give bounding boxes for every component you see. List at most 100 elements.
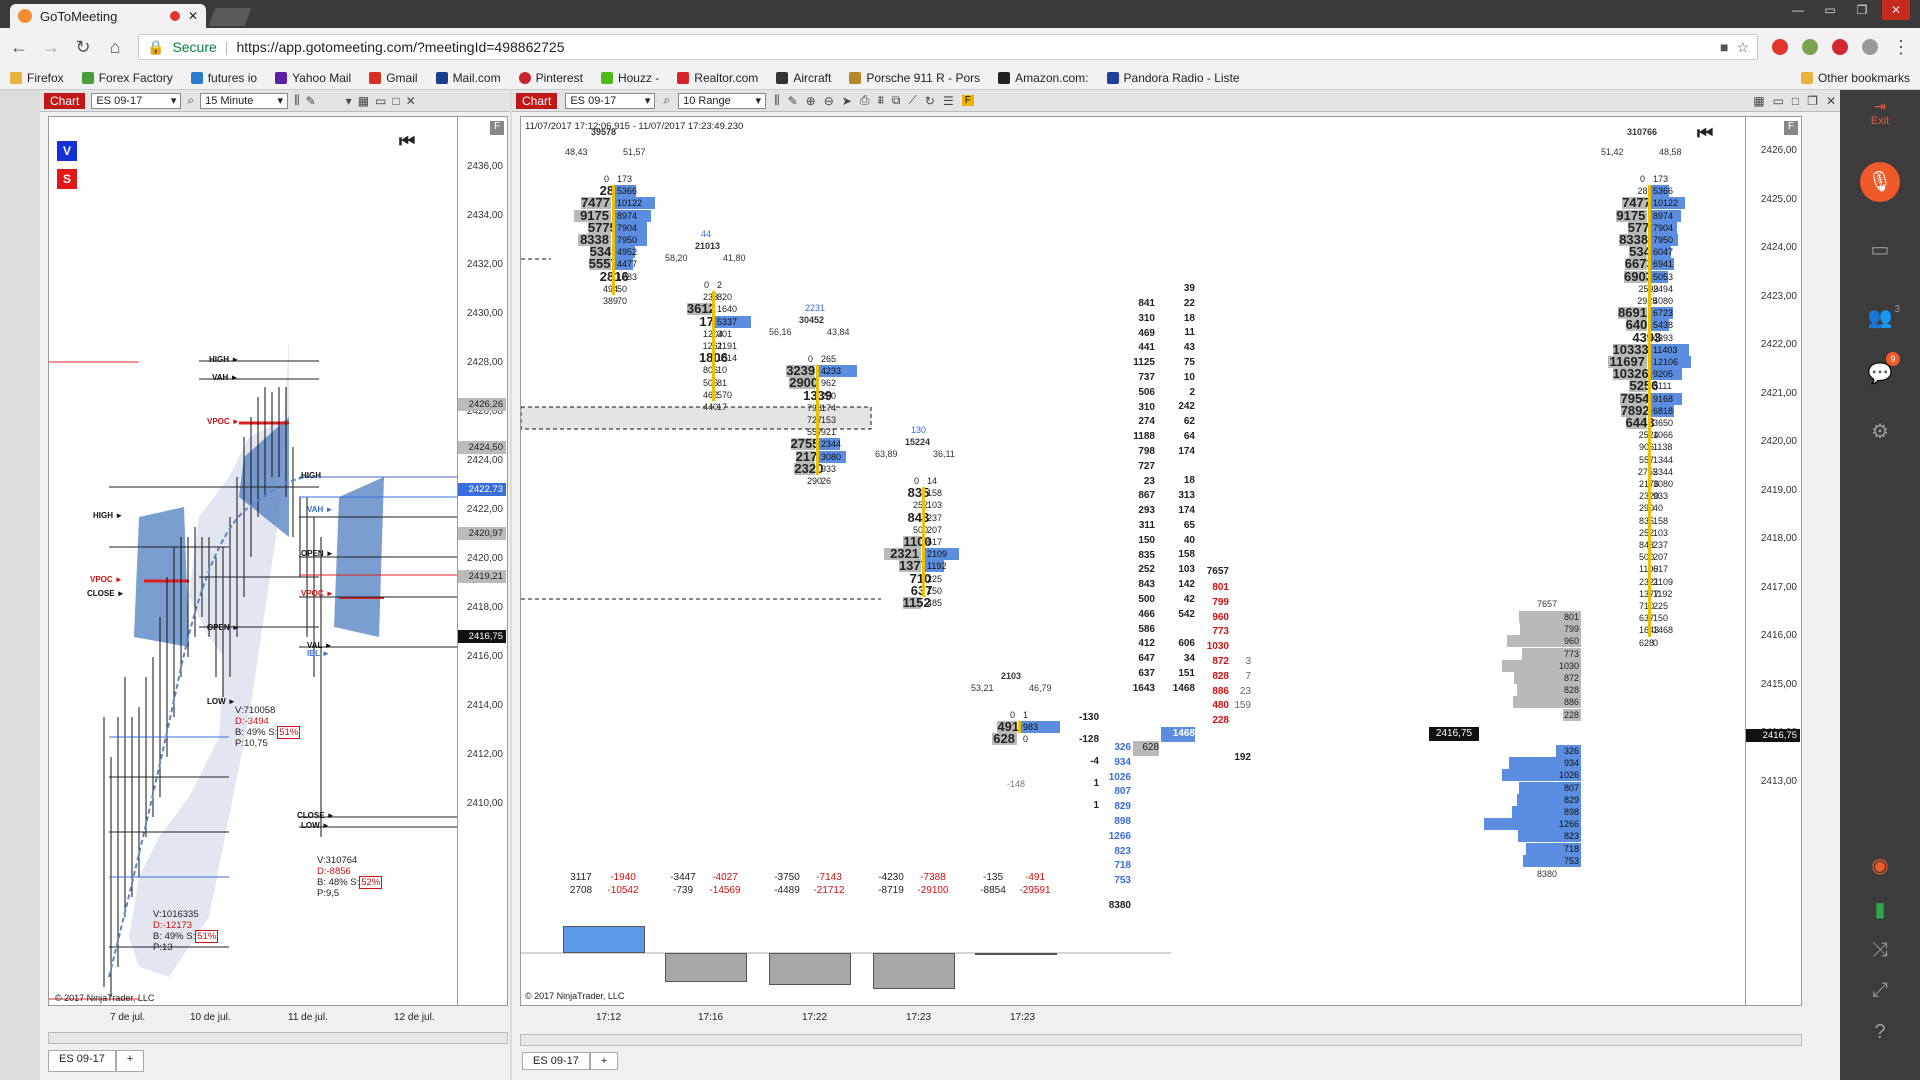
- layout-icon[interactable]: ▦: [1753, 94, 1764, 108]
- attendees-button[interactable]: 👥 3: [1860, 298, 1900, 338]
- maximize-icon[interactable]: ▭: [1816, 0, 1844, 20]
- right-price-axis[interactable]: F 2426,00 2425,00 2424,00 2423,00 2422,00 242…: [1746, 116, 1802, 1006]
- zoom-out-icon[interactable]: ⊖: [824, 94, 834, 108]
- layout-icon[interactable]: ▦: [358, 94, 369, 108]
- window-max-icon[interactable]: □: [392, 94, 399, 108]
- window-max-icon[interactable]: □: [1792, 94, 1799, 108]
- ask-cell: 237: [1653, 540, 1669, 550]
- star-icon[interactable]: ☆: [1736, 39, 1749, 56]
- search-icon[interactable]: ⌕: [663, 93, 670, 108]
- chart-menu-button[interactable]: Chart: [44, 92, 86, 109]
- bookmark-pandora[interactable]: Pandora Radio - Liste: [1106, 71, 1240, 85]
- dropdown-icon[interactable]: ▾: [346, 94, 352, 108]
- bookmark-amazon[interactable]: Amazon.com:: [998, 71, 1089, 85]
- list-icon[interactable]: ☰: [943, 94, 954, 108]
- pinterest-extension-icon[interactable]: [1832, 39, 1848, 55]
- f-button[interactable]: F: [961, 95, 974, 106]
- interval-select[interactable]: 15 Minute ▾: [200, 92, 289, 109]
- add-tab-button[interactable]: +: [115, 1050, 145, 1072]
- exit-button[interactable]: ⇥ Exit: [1840, 90, 1920, 140]
- help-button[interactable]: ?: [1860, 1012, 1900, 1052]
- window-close-icon[interactable]: ✕: [406, 94, 416, 108]
- bookmark-mail-com[interactable]: Mail.com: [435, 71, 501, 85]
- left-scrollbar[interactable]: [48, 1032, 508, 1044]
- chat-button[interactable]: 💬 9: [1860, 352, 1900, 394]
- add-tab-button[interactable]: +: [589, 1052, 619, 1070]
- minimize-icon[interactable]: —: [1784, 0, 1812, 20]
- right-chart-canvas[interactable]: 11/07/2017 17:12:06.915 - 11/07/2017 17:…: [520, 116, 1746, 1006]
- restore-icon[interactable]: ❐: [1848, 0, 1876, 20]
- instrument-select[interactable]: ES 09-17 ▾: [91, 92, 182, 109]
- stats-button[interactable]: ▮: [1860, 890, 1900, 930]
- stat-left: -128: [1078, 734, 1099, 745]
- snapshot-icon[interactable]: ⎙: [860, 93, 870, 108]
- shuffle-button[interactable]: ⤨: [1860, 930, 1900, 970]
- zoom-in-icon[interactable]: ⊕: [806, 94, 816, 108]
- bookmark-gmail[interactable]: Gmail: [369, 71, 418, 85]
- reload-icon[interactable]: ↻: [925, 94, 935, 108]
- pointer-icon[interactable]: ➤: [842, 94, 852, 108]
- stat-ask: 103: [1178, 564, 1195, 576]
- home-icon[interactable]: ⌂: [106, 37, 124, 58]
- new-tab-button[interactable]: [208, 8, 252, 26]
- pencil-icon[interactable]: ✎: [788, 94, 798, 108]
- stat-ask: 174: [1178, 445, 1195, 457]
- camera-icon[interactable]: ■: [1720, 39, 1728, 55]
- menu-icon[interactable]: ⋮: [1892, 37, 1910, 58]
- other-bookmarks[interactable]: Other bookmarks: [1800, 71, 1910, 85]
- bars-icon[interactable]: ⫼: [774, 93, 780, 108]
- bookmark-aircraft[interactable]: Aircraft: [776, 71, 831, 85]
- search-icon[interactable]: ⌕: [187, 93, 194, 108]
- level-close: CLOSE ►: [87, 589, 125, 598]
- bookmark-forex-factory[interactable]: Forex Factory: [81, 71, 173, 85]
- bookmark-yahoo-mail[interactable]: Yahoo Mail: [275, 71, 351, 85]
- window-min-icon[interactable]: ▭: [375, 94, 386, 108]
- bookmark-porsche[interactable]: Porsche 911 R - Pors: [849, 71, 980, 85]
- tab-es-09-17[interactable]: ES 09-17: [48, 1050, 116, 1072]
- delta-value: -8854: [980, 885, 1006, 896]
- bookmark-realtor[interactable]: Realtor.com: [677, 71, 758, 85]
- right-scrollbar[interactable]: [520, 1034, 1802, 1046]
- forward-icon[interactable]: →: [42, 37, 60, 58]
- f-icon[interactable]: F: [1784, 121, 1798, 135]
- window-close-icon[interactable]: ✕: [1826, 94, 1836, 108]
- bookmark-firefox[interactable]: Firefox: [10, 71, 64, 85]
- extension-icon[interactable]: [1802, 39, 1818, 55]
- drawing-tools-icon[interactable]: ⟋: [908, 93, 916, 108]
- fullscreen-button[interactable]: ⤢: [1860, 970, 1900, 1010]
- instrument-select[interactable]: ES 09-17 ▾: [565, 92, 656, 109]
- opera-extension-icon[interactable]: [1772, 39, 1788, 55]
- folder-icon: [1800, 71, 1813, 84]
- back-icon[interactable]: ←: [10, 37, 28, 58]
- chart-menu-button[interactable]: Chart: [516, 92, 558, 109]
- y-tick: 2417,00: [1760, 581, 1797, 593]
- bookmark-futures-io[interactable]: futures io: [190, 71, 257, 85]
- bars-icon[interactable]: ⫼: [294, 93, 300, 108]
- tab-es-09-17[interactable]: ES 09-17: [522, 1052, 590, 1070]
- profile-vol-bottom: 8380: [1537, 869, 1558, 879]
- extension-icon-2[interactable]: [1862, 39, 1878, 55]
- price-mark: 2416,75: [458, 630, 506, 643]
- settings-button[interactable]: ⚙: [1860, 412, 1900, 452]
- f-icon[interactable]: F: [490, 121, 504, 135]
- screen-share-button[interactable]: ▭: [1860, 230, 1900, 270]
- strategies-icon[interactable]: ⧉: [892, 93, 901, 108]
- left-price-axis[interactable]: F 2436,00 2434,00 2432,00 2430,00 2428,00 242…: [458, 116, 508, 1006]
- interval-select[interactable]: 10 Range ▾: [678, 92, 767, 109]
- reload-icon[interactable]: ↻: [74, 37, 92, 58]
- microphone-button[interactable]: 🎙: [1860, 162, 1900, 202]
- indicators-icon[interactable]: ⩩: [877, 93, 883, 108]
- window-restore-icon[interactable]: ❐: [1807, 94, 1818, 108]
- url-input[interactable]: 🔒 Secure | https://app.gotomeeting.com/?…: [138, 34, 1758, 60]
- left-chart-canvas[interactable]: V S ⏮ HIGH ► VAH ► VPOC ► HIGH ► VPOC ► …: [48, 116, 458, 1006]
- pencil-icon[interactable]: ✎: [306, 94, 316, 108]
- record-button[interactable]: ◉: [1860, 846, 1900, 886]
- browser-tab[interactable]: GoToMeeting ✕: [10, 4, 206, 28]
- session-info-1: V:710058 D:-3494 B: 49% S: 51% P:10,75: [235, 705, 301, 749]
- close-window-icon[interactable]: ✕: [1882, 0, 1910, 20]
- window-min-icon[interactable]: ▭: [1773, 94, 1784, 108]
- record-icon: ◉: [1871, 855, 1889, 877]
- tab-close-icon[interactable]: ✕: [188, 9, 198, 23]
- bookmark-houzz[interactable]: Houzz -: [600, 71, 659, 85]
- bookmark-pinterest[interactable]: Pinterest: [518, 71, 583, 85]
